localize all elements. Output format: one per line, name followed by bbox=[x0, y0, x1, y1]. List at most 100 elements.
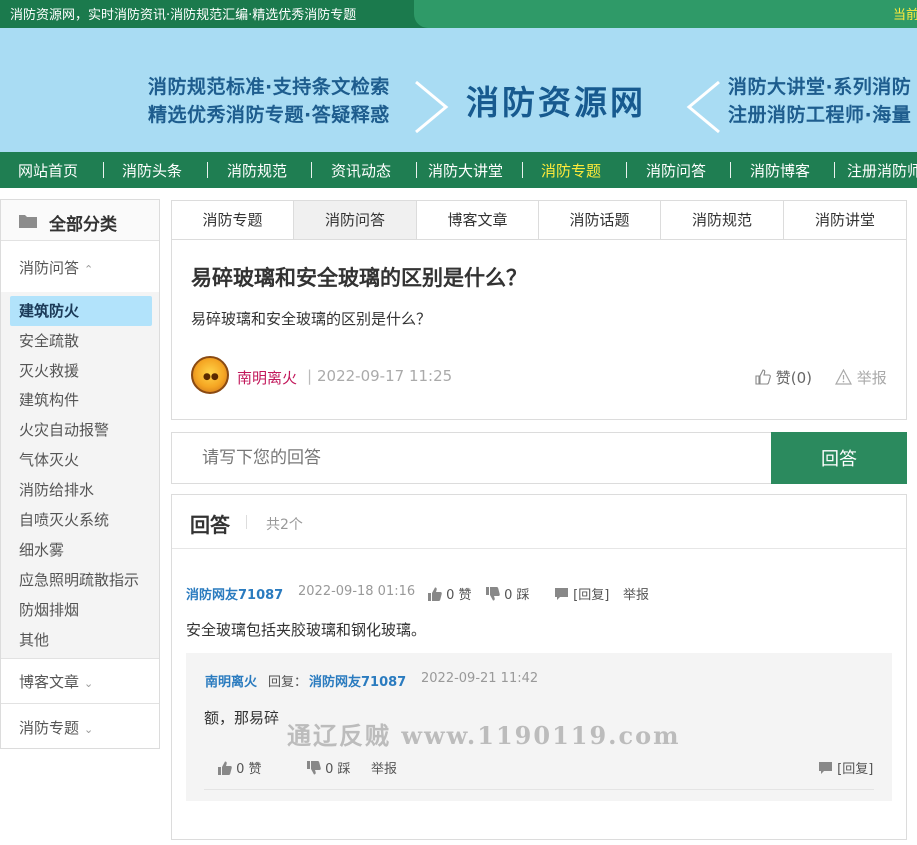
sidebar-subcat-alarm[interactable]: 火灾自动报警 bbox=[19, 419, 109, 440]
tab-topics[interactable]: 消防专题 bbox=[172, 201, 294, 239]
sidebar-cat-topic[interactable]: 消防专题 ⌄ bbox=[19, 717, 93, 738]
banner-slogan-left-2: 精选优秀消防专题·答疑释惑 bbox=[148, 104, 390, 126]
nav-divider bbox=[103, 162, 104, 178]
question-author[interactable]: 南明离火 bbox=[237, 367, 297, 388]
reply-report-button[interactable]: 举报 bbox=[371, 758, 397, 777]
thumbs-up-icon bbox=[755, 369, 771, 385]
sidebar-subcat-evacuation[interactable]: 安全疏散 bbox=[19, 330, 79, 351]
nav-standards[interactable]: 消防规范 bbox=[227, 160, 287, 181]
top-bar-pill bbox=[414, 0, 917, 28]
like-button[interactable]: 赞(0) bbox=[755, 367, 812, 388]
question-time: 2022-09-17 11:25 bbox=[317, 367, 453, 385]
sidebar-subcat-sprinkler[interactable]: 自喷灭火系统 bbox=[19, 509, 109, 530]
answer-text: 安全玻璃包括夹胶玻璃和钢化玻璃。 bbox=[186, 621, 427, 639]
nav-divider bbox=[834, 162, 835, 178]
nav-lecture[interactable]: 消防大讲堂 bbox=[428, 160, 503, 181]
reply-word: 回复： bbox=[268, 675, 308, 690]
answer-dislike-button[interactable]: 0 踩 bbox=[486, 584, 530, 603]
avatar[interactable]: ●● bbox=[191, 356, 229, 394]
answer-report-button[interactable]: 举报 bbox=[623, 584, 649, 603]
reply-dislike-count: 0 踩 bbox=[325, 762, 351, 777]
reply-dislike-button[interactable]: 0 踩 bbox=[307, 758, 351, 777]
answers-count: 共2个 bbox=[266, 517, 303, 533]
sidebar-cat-label: 消防问答 bbox=[19, 259, 80, 277]
banner-slogan-left-1: 消防规范标准·支持条文检索 bbox=[148, 76, 390, 98]
top-bar: 消防资源网，实时消防资讯·消防规范汇编·精选优秀消防专题 当前 bbox=[0, 0, 917, 28]
answer-time: 2022-09-18 01:16 bbox=[298, 584, 416, 599]
nav-topics[interactable]: 消防专题 bbox=[541, 160, 601, 181]
sidebar-cat-blog[interactable]: 博客文章 ⌄ bbox=[19, 671, 93, 692]
answer-user[interactable]: 消防网友71087 bbox=[186, 584, 283, 603]
site-logo-text[interactable]: 消防资源网 bbox=[466, 76, 646, 124]
category-sidebar: 全部分类 消防问答 ⌃ 建筑防火 安全疏散 灭火救援 建筑构件 火灾自动报警 气体… bbox=[0, 199, 160, 749]
nav-divider bbox=[416, 162, 417, 178]
tab-blog[interactable]: 博客文章 bbox=[417, 201, 539, 239]
nav-divider bbox=[730, 162, 731, 178]
sidebar-cat-qa[interactable]: 消防问答 ⌃ bbox=[19, 257, 93, 278]
sidebar-subcat-other[interactable]: 其他 bbox=[19, 629, 49, 650]
answer-reply-label: [回复] bbox=[573, 588, 610, 603]
sidebar-subcat-water[interactable]: 消防给排水 bbox=[19, 479, 94, 500]
chevron-down-icon: ⌄ bbox=[84, 723, 94, 736]
sidebar-subcat-rescue[interactable]: 灭火救援 bbox=[19, 360, 79, 381]
answer-dislike-count: 0 踩 bbox=[504, 588, 530, 603]
top-bar-right-text[interactable]: 当前 bbox=[893, 4, 917, 23]
nav-blog[interactable]: 消防博客 bbox=[750, 160, 810, 181]
sidebar-cat-label: 博客文章 bbox=[19, 673, 80, 691]
thumbs-down-icon bbox=[307, 761, 321, 775]
reply-divider bbox=[204, 789, 874, 790]
nav-divider bbox=[522, 162, 523, 178]
reply-reply-button[interactable]: [回复] bbox=[818, 758, 873, 777]
reply-like-button[interactable]: 0 赞 bbox=[218, 758, 262, 777]
tab-discussion[interactable]: 消防话题 bbox=[539, 201, 661, 239]
answers-section: 回答 共2个 消防网友71087 2022-09-18 01:16 0 赞 0 … bbox=[171, 494, 907, 840]
warning-icon bbox=[835, 369, 852, 385]
nav-divider bbox=[207, 162, 208, 178]
nav-home[interactable]: 网站首页 bbox=[18, 160, 78, 181]
reply-time: 2022-09-21 11:42 bbox=[421, 671, 539, 686]
sidebar-subcat-lighting[interactable]: 应急照明疏散指示 bbox=[19, 569, 139, 590]
avatar-face-icon: ●● bbox=[203, 372, 219, 382]
question-description: 易碎玻璃和安全玻璃的区别是什么？ bbox=[191, 310, 432, 328]
reply-target-user[interactable]: 消防网友71087 bbox=[309, 671, 406, 690]
chevron-left-icon bbox=[686, 80, 720, 134]
content-tabs: 消防专题 消防问答 博客文章 消防话题 消防规范 消防讲堂 bbox=[171, 200, 907, 240]
report-button[interactable]: 举报 bbox=[835, 367, 887, 388]
sidebar-subcat-gas[interactable]: 气体灭火 bbox=[19, 449, 79, 470]
sidebar-divider bbox=[1, 658, 159, 659]
sidebar-title: 全部分类 bbox=[49, 215, 117, 235]
thumbs-up-icon bbox=[218, 761, 232, 775]
nav-news[interactable]: 资讯动态 bbox=[331, 160, 391, 181]
answer-reply-button[interactable]: [回复] bbox=[554, 584, 609, 603]
site-banner: 消防规范标准·支持条文检索 精选优秀消防专题·答疑释惑 消防资源网 消防大讲堂·… bbox=[0, 28, 917, 152]
sidebar-subcat-mist[interactable]: 细水雾 bbox=[19, 539, 64, 560]
chevron-up-icon: ⌃ bbox=[84, 263, 94, 276]
tab-qa[interactable]: 消防问答 bbox=[294, 201, 417, 239]
reply-user[interactable]: 南明离火 bbox=[205, 671, 257, 690]
answer-input[interactable] bbox=[171, 432, 772, 484]
nav-qa[interactable]: 消防问答 bbox=[646, 160, 706, 181]
nav-engineer[interactable]: 注册消防师 bbox=[847, 160, 917, 181]
sidebar-subcat-building-fire[interactable]: 建筑防火 bbox=[19, 300, 79, 321]
nav-headlines[interactable]: 消防头条 bbox=[122, 160, 182, 181]
site-tagline: 消防资源网，实时消防资讯·消防规范汇编·精选优秀消防专题 bbox=[10, 8, 357, 23]
answer-like-button[interactable]: 0 赞 bbox=[428, 584, 472, 603]
sidebar-subcat-components[interactable]: 建筑构件 bbox=[19, 389, 79, 410]
banner-slogan-right-2: 注册消防工程师·海量 bbox=[728, 104, 912, 126]
thumbs-down-icon bbox=[486, 587, 500, 601]
reply-reply-label: [回复] bbox=[837, 762, 874, 777]
tab-standards[interactable]: 消防规范 bbox=[661, 201, 784, 239]
watermark: 通辽反贼 www.1190119.com bbox=[287, 721, 681, 750]
header-divider bbox=[246, 515, 247, 529]
answers-header: 回答 共2个 bbox=[172, 495, 906, 549]
nav-divider bbox=[311, 162, 312, 178]
like-label: 赞(0) bbox=[775, 369, 813, 387]
sidebar-divider bbox=[1, 703, 159, 704]
nav-divider bbox=[626, 162, 627, 178]
submit-answer-button[interactable]: 回答 bbox=[771, 432, 907, 484]
tab-lecture[interactable]: 消防讲堂 bbox=[784, 201, 906, 239]
sidebar-subcat-smoke[interactable]: 防烟排烟 bbox=[19, 599, 79, 620]
sidebar-cat-label: 消防专题 bbox=[19, 719, 80, 737]
thumbs-up-icon bbox=[428, 587, 442, 601]
comment-icon bbox=[819, 762, 832, 774]
